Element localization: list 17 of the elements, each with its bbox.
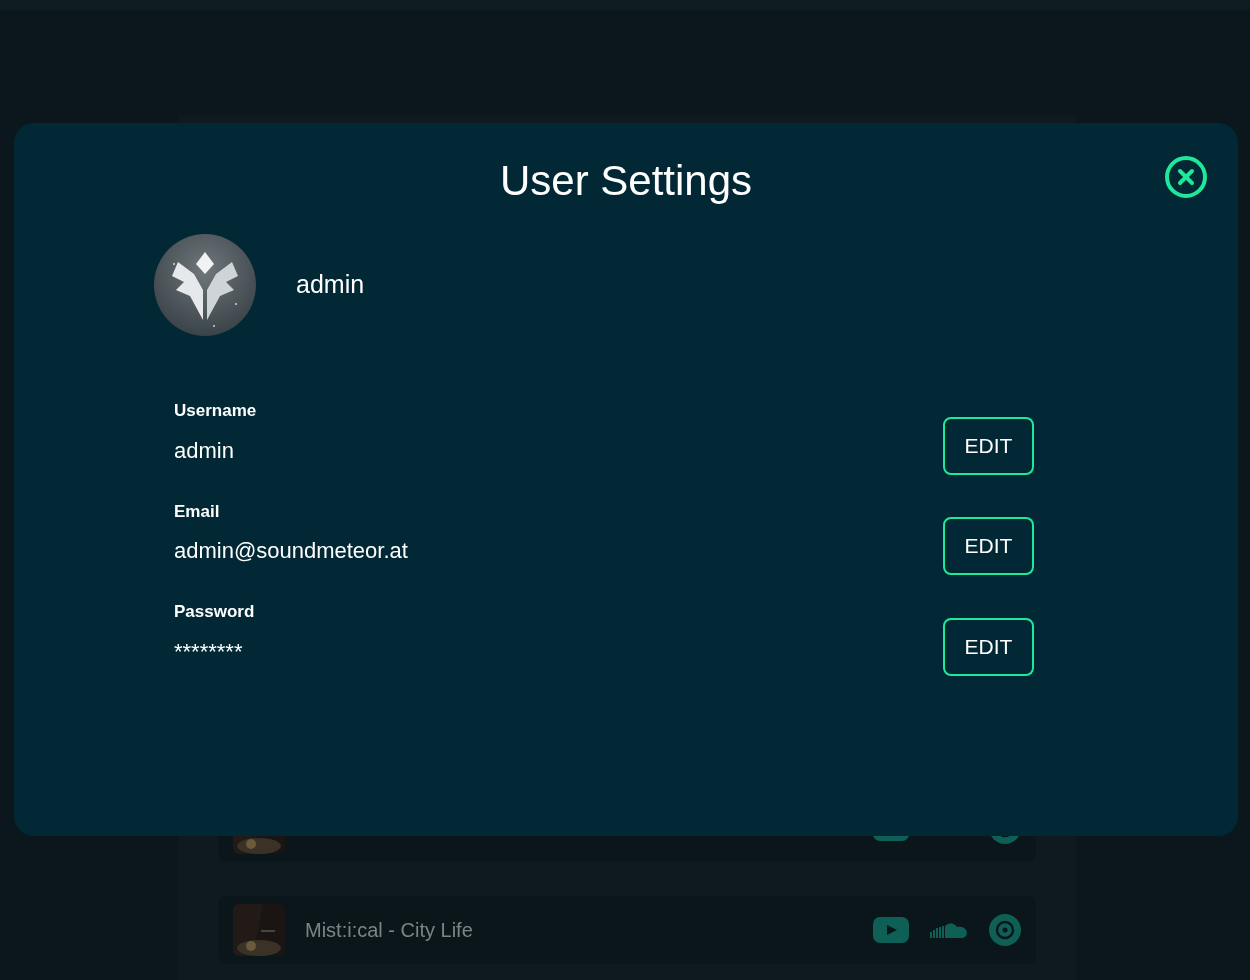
field-value: admin@soundmeteor.at bbox=[174, 537, 408, 565]
edit-button[interactable]: EDIT bbox=[943, 416, 1034, 475]
target-icon[interactable] bbox=[989, 914, 1021, 946]
cloud-icon[interactable] bbox=[929, 920, 969, 940]
edit-button[interactable]: EDIT bbox=[943, 517, 1034, 575]
field-label: Email bbox=[174, 500, 221, 523]
dialog-title: User Settings bbox=[499, 156, 753, 206]
edit-button[interactable]: EDIT bbox=[943, 617, 1034, 676]
field-label: Username bbox=[174, 400, 257, 422]
field-value: ******** bbox=[174, 637, 244, 666]
close-button[interactable] bbox=[1164, 155, 1208, 199]
track-title: Mist:i:cal - City Life bbox=[305, 918, 474, 943]
field-label: Password bbox=[174, 601, 255, 623]
profile-name: admin bbox=[296, 269, 365, 301]
track-row[interactable]: Mist:i:cal - City Life bbox=[218, 896, 1036, 964]
field-value: admin bbox=[174, 436, 235, 465]
play-icon[interactable] bbox=[873, 917, 909, 943]
